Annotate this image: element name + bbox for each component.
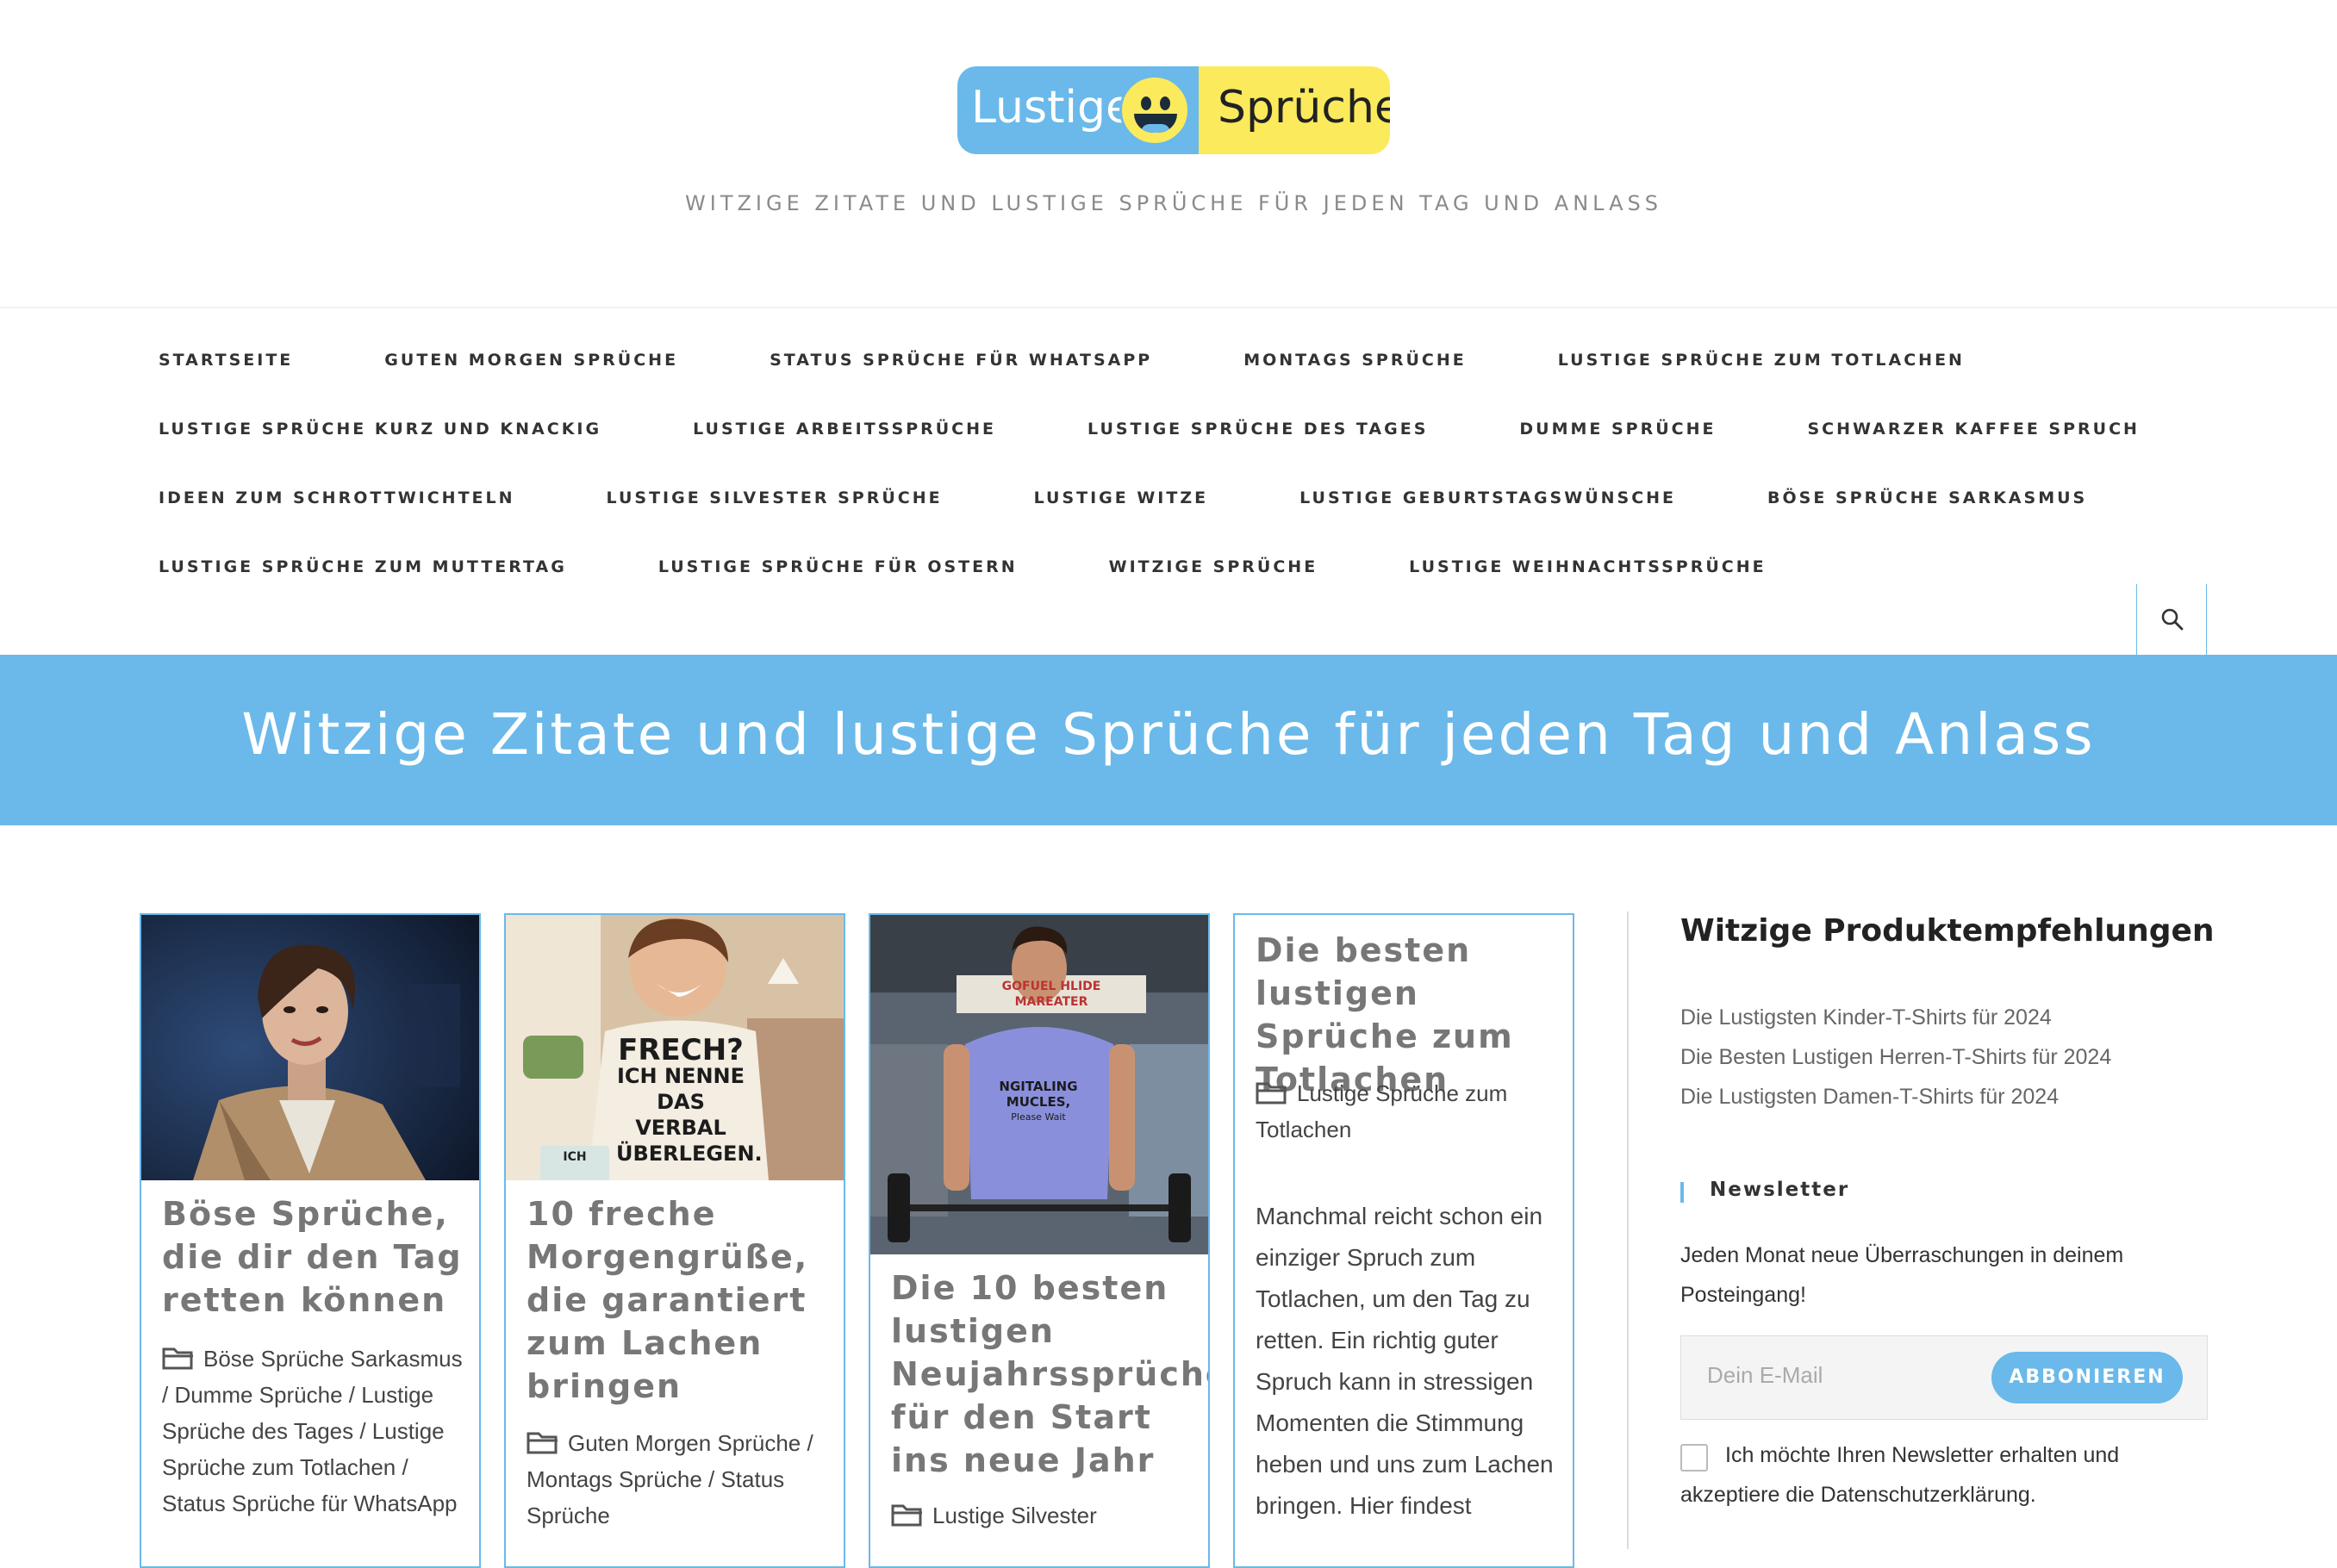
shirt-line: Please Wait (1011, 1111, 1066, 1123)
post-title[interactable]: Böse Sprüche, die dir den Tag retten kön… (162, 1192, 464, 1322)
site-logo[interactable]: Lustige Sprüche (957, 66, 1390, 154)
nav-item-schwarzer-kaffee[interactable]: SCHWARZER KAFFEE SPRUCH (1808, 420, 2140, 439)
post-card[interactable]: Böse Sprüche, die dir den Tag retten kön… (140, 913, 481, 1568)
search-toggle-button[interactable] (2136, 584, 2207, 655)
hero-banner: Witzige Zitate und lustige Sprüche für j… (0, 655, 2337, 825)
search-icon (2161, 608, 2184, 631)
nav-item-ostern[interactable]: LUSTIGE SPRÜCHE FÜR OSTERN (658, 557, 1018, 576)
nav-row: LUSTIGE SPRÜCHE ZUM MUTTERTAG LUSTIGE SP… (159, 532, 2209, 601)
post-categories: Guten Morgen Sprüche / Montags Sprüche /… (527, 1425, 828, 1534)
nav-item-startseite[interactable]: STARTSEITE (159, 351, 293, 370)
gym-sign: GOFUEL HLIDE MAREATER (965, 979, 1137, 1010)
mug: ICH (540, 1146, 609, 1180)
post-category-links[interactable]: Böse Sprüche Sarkasmus / Dumme Sprüche /… (162, 1346, 463, 1516)
mug-text: ICH (563, 1150, 587, 1164)
newsletter-description: Jeden Monat neue Überraschungen in deine… (1680, 1243, 2124, 1307)
newsletter-heading: Newsletter (1680, 1179, 1849, 1203)
product-link-kinder[interactable]: Die Lustigsten Kinder-T-Shirts für 2024 (1680, 998, 2111, 1037)
folder-icon (162, 1347, 193, 1370)
nav-item-arbeitssprueche[interactable]: LUSTIGE ARBEITSSPRÜCHE (693, 420, 996, 439)
nav-item-montags[interactable]: MONTAGS SPRÜCHE (1243, 351, 1467, 370)
logo-right-panel: Sprüche (1199, 66, 1390, 154)
nav-item-geburtstagswuensche[interactable]: LUSTIGE GEBURTSTAGSWÜNSCHE (1299, 488, 1676, 507)
post-thumbnail-boy[interactable]: FRECH? ICH NENNE DAS VERBAL ÜBERLEGEN. I… (506, 915, 844, 1180)
post-categories: Lustige Sprüche zum Totlachen (1256, 1075, 1557, 1148)
nav-item-schrottwichteln[interactable]: IDEEN ZUM SCHROTTWICHTELN (159, 488, 515, 507)
nav-item-weihnachten[interactable]: LUSTIGE WEIHNACHTSSPRÜCHE (1409, 557, 1766, 576)
nav-item-witze[interactable]: LUSTIGE WITZE (1034, 488, 1209, 507)
smiley-icon (1119, 75, 1190, 146)
shirt-line: DAS VERBAL (635, 1090, 726, 1140)
post-category-links[interactable]: Guten Morgen Sprüche / Montags Sprüche /… (527, 1430, 813, 1528)
gym-sign-text: GOFUEL HLIDE MAREATER (1001, 980, 1101, 1009)
post-card[interactable]: GOFUEL HLIDE MAREATER NGITALING MUCLES, … (869, 913, 1210, 1568)
product-link-herren[interactable]: Die Besten Lustigen Herren-T-Shirts für … (1680, 1037, 2111, 1077)
nav-item-kurz-knackig[interactable]: LUSTIGE SPRÜCHE KURZ UND KNACKIG (159, 420, 601, 439)
post-categories: Böse Sprüche Sarkasmus / Dumme Sprüche /… (162, 1341, 464, 1521)
product-links: Die Lustigsten Kinder-T-Shirts für 2024 … (1680, 998, 2111, 1117)
nav-row: IDEEN ZUM SCHROTTWICHTELN LUSTIGE SILVES… (159, 464, 2209, 532)
post-category-links[interactable]: Lustige Sprüche zum Totlachen (1256, 1080, 1507, 1142)
shirt-line: NGITALING (999, 1079, 1078, 1094)
shirt-line: FRECH? (618, 1033, 744, 1067)
post-excerpt: Manchmal reicht schon ein einziger Spruc… (1256, 1203, 1554, 1519)
shirt-print: NGITALING MUCLES, Please Wait (991, 1079, 1086, 1125)
nav-item-des-tages[interactable]: LUSTIGE SPRÜCHE DES TAGES (1087, 420, 1428, 439)
newsletter-form: Dein E-Mail ABBONIEREN (1680, 1335, 2208, 1420)
consent-label: Ich möchte Ihren Newsletter erhalten und… (1680, 1443, 2120, 1507)
product-link-damen[interactable]: Die Lustigsten Damen-T-Shirts für 2024 (1680, 1077, 2111, 1117)
sidebar-title: Witzige Produktempfehlungen (1680, 913, 2215, 949)
nav-item-guten-morgen[interactable]: GUTEN MORGEN SPRÜCHE (384, 351, 678, 370)
nav-item-witzige[interactable]: WITZIGE SPRÜCHE (1109, 557, 1318, 576)
shirt-line: MUCLES, (1006, 1094, 1071, 1110)
post-card[interactable]: Die besten lustigen Sprüche zum Totlache… (1233, 913, 1574, 1568)
shirt-print: FRECH? ICH NENNE DAS VERBAL ÜBERLEGEN. (616, 1033, 763, 1167)
nav-item-sarkasmus[interactable]: BÖSE SPRÜCHE SARKASMUS (1767, 488, 2087, 507)
nav-item-dumme[interactable]: DUMME SPRÜCHE (1519, 420, 1716, 439)
folder-icon (527, 1432, 558, 1454)
post-categories: Lustige Silvester (891, 1497, 1193, 1534)
nav-item-muttertag[interactable]: LUSTIGE SPRÜCHE ZUM MUTTERTAG (159, 557, 567, 576)
post-category-links[interactable]: Lustige Silvester (932, 1503, 1097, 1528)
hero-title: Witzige Zitate und lustige Sprüche für j… (241, 701, 2096, 768)
main-navigation: STARTSEITE GUTEN MORGEN SPRÜCHE STATUS S… (159, 326, 2209, 601)
folder-icon (1256, 1082, 1287, 1104)
site-tagline: WITZIGE ZITATE UND LUSTIGE SPRÜCHE FÜR J… (685, 191, 1662, 215)
logo-left-panel: Lustige (957, 66, 1199, 154)
folder-icon (891, 1504, 922, 1527)
post-thumbnail-woman[interactable] (141, 915, 479, 1180)
sidebar-divider (1627, 912, 1629, 1549)
nav-item-silvester[interactable]: LUSTIGE SILVESTER SPRÜCHE (607, 488, 943, 507)
nav-row: LUSTIGE SPRÜCHE KURZ UND KNACKIG LUSTIGE… (159, 395, 2209, 464)
post-card[interactable]: FRECH? ICH NENNE DAS VERBAL ÜBERLEGEN. I… (504, 913, 845, 1568)
post-title[interactable]: 10 freche Morgengrüße, die garantiert zu… (527, 1192, 828, 1408)
logo-text-right: Sprüche (1218, 82, 1390, 134)
nav-item-status-whatsapp[interactable]: STATUS SPRÜCHE FÜR WHATSAPP (770, 351, 1152, 370)
nav-row: STARTSEITE GUTEN MORGEN SPRÜCHE STATUS S… (159, 326, 2209, 395)
subscribe-button[interactable]: ABBONIEREN (1991, 1352, 2183, 1403)
logo-text-left: Lustige (971, 82, 1133, 134)
post-title[interactable]: Die 10 besten lustigen Neujahrssprüche f… (891, 1266, 1208, 1482)
email-input[interactable]: Dein E-Mail (1707, 1362, 1823, 1389)
shirt-line: ÜBERLEGEN. (616, 1142, 763, 1166)
header-divider (0, 307, 2337, 308)
shirt-line: ICH NENNE (616, 1064, 745, 1088)
nav-item-totlachen[interactable]: LUSTIGE SPRÜCHE ZUM TOTLACHEN (1558, 351, 1965, 370)
post-thumbnail-gym[interactable]: GOFUEL HLIDE MAREATER NGITALING MUCLES, … (870, 915, 1208, 1254)
